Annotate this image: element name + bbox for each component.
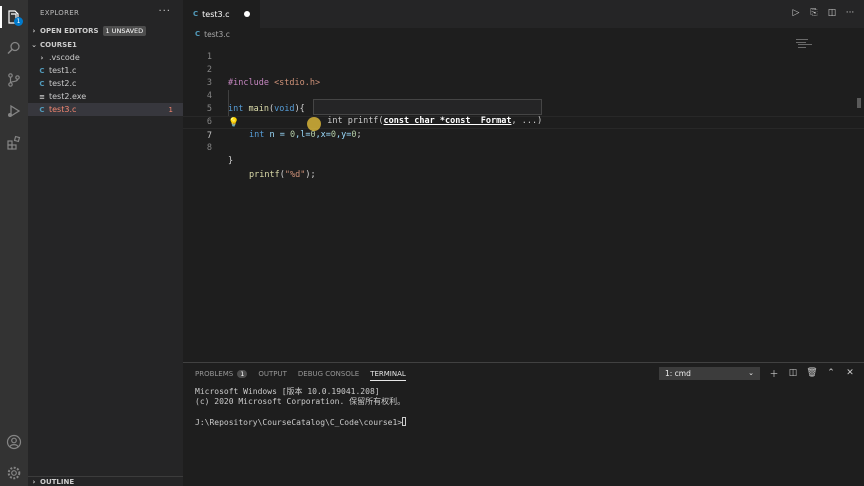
gear-icon[interactable] [4,463,24,483]
punct: ); [305,170,316,180]
chevron-down-icon: ⌄ [748,369,754,377]
terminal-select[interactable]: 1: cmd ⌄ [659,367,760,380]
code-line: 8 } [183,129,864,166]
chevron-right-icon: › [40,53,44,62]
c-file-icon: C [193,10,199,18]
file-item-test2[interactable]: C test2.c [28,77,183,90]
split-editor-icon[interactable]: ◫ [826,6,838,20]
problem-count: 1 [237,370,248,378]
signature-help: int printf(const char *const _Format, ..… [313,99,542,126]
code-line: 2 #include <stdio.h> [183,51,864,88]
file-name: test2.exe [49,92,87,101]
tab-label: TERMINAL [370,369,406,378]
new-terminal-icon[interactable]: ＋ [768,366,780,380]
c-file-icon: C [195,30,201,38]
activity-bar: 1 [0,0,28,486]
minimap-line [798,44,812,45]
c-file-icon: C [39,66,45,75]
problem-count: 1 [168,105,173,114]
outline-label: OUTLINE [40,477,75,486]
panel-actions: ＋ ◫ 🗑 ⌃ ✕ [768,366,856,380]
tab-output[interactable]: OUTPUT [258,367,287,381]
code-line: 3 [183,64,864,88]
c-file-icon: C [39,79,45,88]
file-name: test2.c [49,79,77,88]
editor-tab-bar: C test3.c ▷ ⎘ ◫ ··· [183,0,864,28]
close-icon[interactable]: ✕ [844,366,856,380]
split-terminal-icon[interactable]: ◫ [787,366,799,380]
unsaved-badge: 1 UNSAVED [102,26,147,36]
sidebar-title: EXPLORER [40,9,80,17]
panel-tabs: PROBLEMS 1 OUTPUT DEBUG CONSOLE TERMINAL [195,367,406,381]
tab-label: OUTPUT [258,370,287,378]
tab-label: test3.c [202,9,230,19]
prompt-text: J:\Repository\CourseCatalog\C_Code\cours… [195,418,403,427]
tab-terminal[interactable]: TERMINAL [370,367,406,381]
unsaved-dot-icon[interactable] [244,11,250,17]
line-number: 8 [206,143,212,153]
minimap-line [798,47,806,48]
editor-actions: ▷ ⎘ ◫ ··· [790,6,856,20]
terminal-line: Microsoft Windows [版本 10.0.19041.208] [195,387,380,396]
folder-section[interactable]: ⌄ COURSE1 [28,38,183,52]
terminal-prompt[interactable]: J:\Repository\CourseCatalog\C_Code\cours… [195,417,407,428]
file-item-test3[interactable]: C test3.c 1 [28,103,183,116]
trash-icon[interactable]: 🗑 [806,366,818,380]
active-indicator [0,6,2,28]
c-file-icon: C [39,105,45,114]
source-control-icon[interactable] [4,70,24,90]
file-item-vscode[interactable]: › .vscode [28,51,183,64]
terminal-cursor [402,417,407,426]
file-item-test1[interactable]: C test1.c [28,64,183,77]
open-editors-section[interactable]: › OPEN EDITORS 1 UNSAVED [28,24,183,38]
code-line: 4 int main(void){ [183,77,864,114]
chevron-down-icon: ⌄ [31,41,37,49]
file-name: test3.c [49,105,77,114]
code-line: 1 [183,38,864,62]
binary-file-icon: ≡ [39,92,45,101]
bottom-panel: PROBLEMS 1 OUTPUT DEBUG CONSOLE TERMINAL… [183,362,864,486]
explorer-icon[interactable]: 1 [4,7,24,27]
terminal-line: (c) 2020 Microsoft Corporation. 保留所有权利。 [195,397,406,406]
signature-suffix: , ...) [511,116,543,126]
extensions-icon[interactable] [4,133,24,153]
more-actions-icon[interactable]: ··· [844,6,856,20]
more-actions-icon[interactable]: ··· [158,6,171,17]
tab-label: PROBLEMS [195,370,234,378]
function-name: printf [249,170,280,180]
outline-section[interactable]: › OUTLINE [28,476,183,486]
explorer-badge: 1 [14,17,23,26]
open-editors-label: OPEN EDITORS [40,27,99,35]
file-item-test2-exe[interactable]: ≡ test2.exe [28,90,183,103]
string-literal: "%d" [284,170,306,180]
run-icon[interactable]: ▷ [790,6,802,20]
indent-guide [228,90,229,103]
code-editor[interactable]: 1 2 #include <stdio.h> 3 4 int main(void… [183,38,864,180]
tab-label: DEBUG CONSOLE [297,370,360,378]
file-name: .vscode [49,53,80,62]
open-changes-icon[interactable]: ⎘ [808,6,820,20]
active-parameter: const char *const _Format [383,116,512,126]
signature-prefix: int printf( [327,116,384,126]
tab-debug-console[interactable]: DEBUG CONSOLE [298,367,359,381]
editor-scrollbar[interactable] [857,98,861,108]
chevron-right-icon: › [32,477,36,486]
run-debug-icon[interactable] [4,101,24,121]
account-icon[interactable] [4,432,24,452]
closing-brace: } [228,156,234,166]
minimap-line [796,39,808,40]
folder-label: COURSE1 [40,41,77,49]
minimap-line [796,42,806,43]
indent-guide [228,103,229,116]
explorer-sidebar: EXPLORER ··· › OPEN EDITORS 1 UNSAVED ⌄ … [28,0,183,486]
terminal-select-value: 1: cmd [665,369,691,378]
search-icon[interactable] [4,38,24,58]
maximize-panel-icon[interactable]: ⌃ [825,366,837,380]
tab-test3[interactable]: C test3.c [183,0,260,28]
chevron-right-icon: › [32,27,36,35]
minimap[interactable] [796,38,856,54]
tab-problems[interactable]: PROBLEMS 1 [195,367,248,381]
file-name: test1.c [49,66,77,75]
